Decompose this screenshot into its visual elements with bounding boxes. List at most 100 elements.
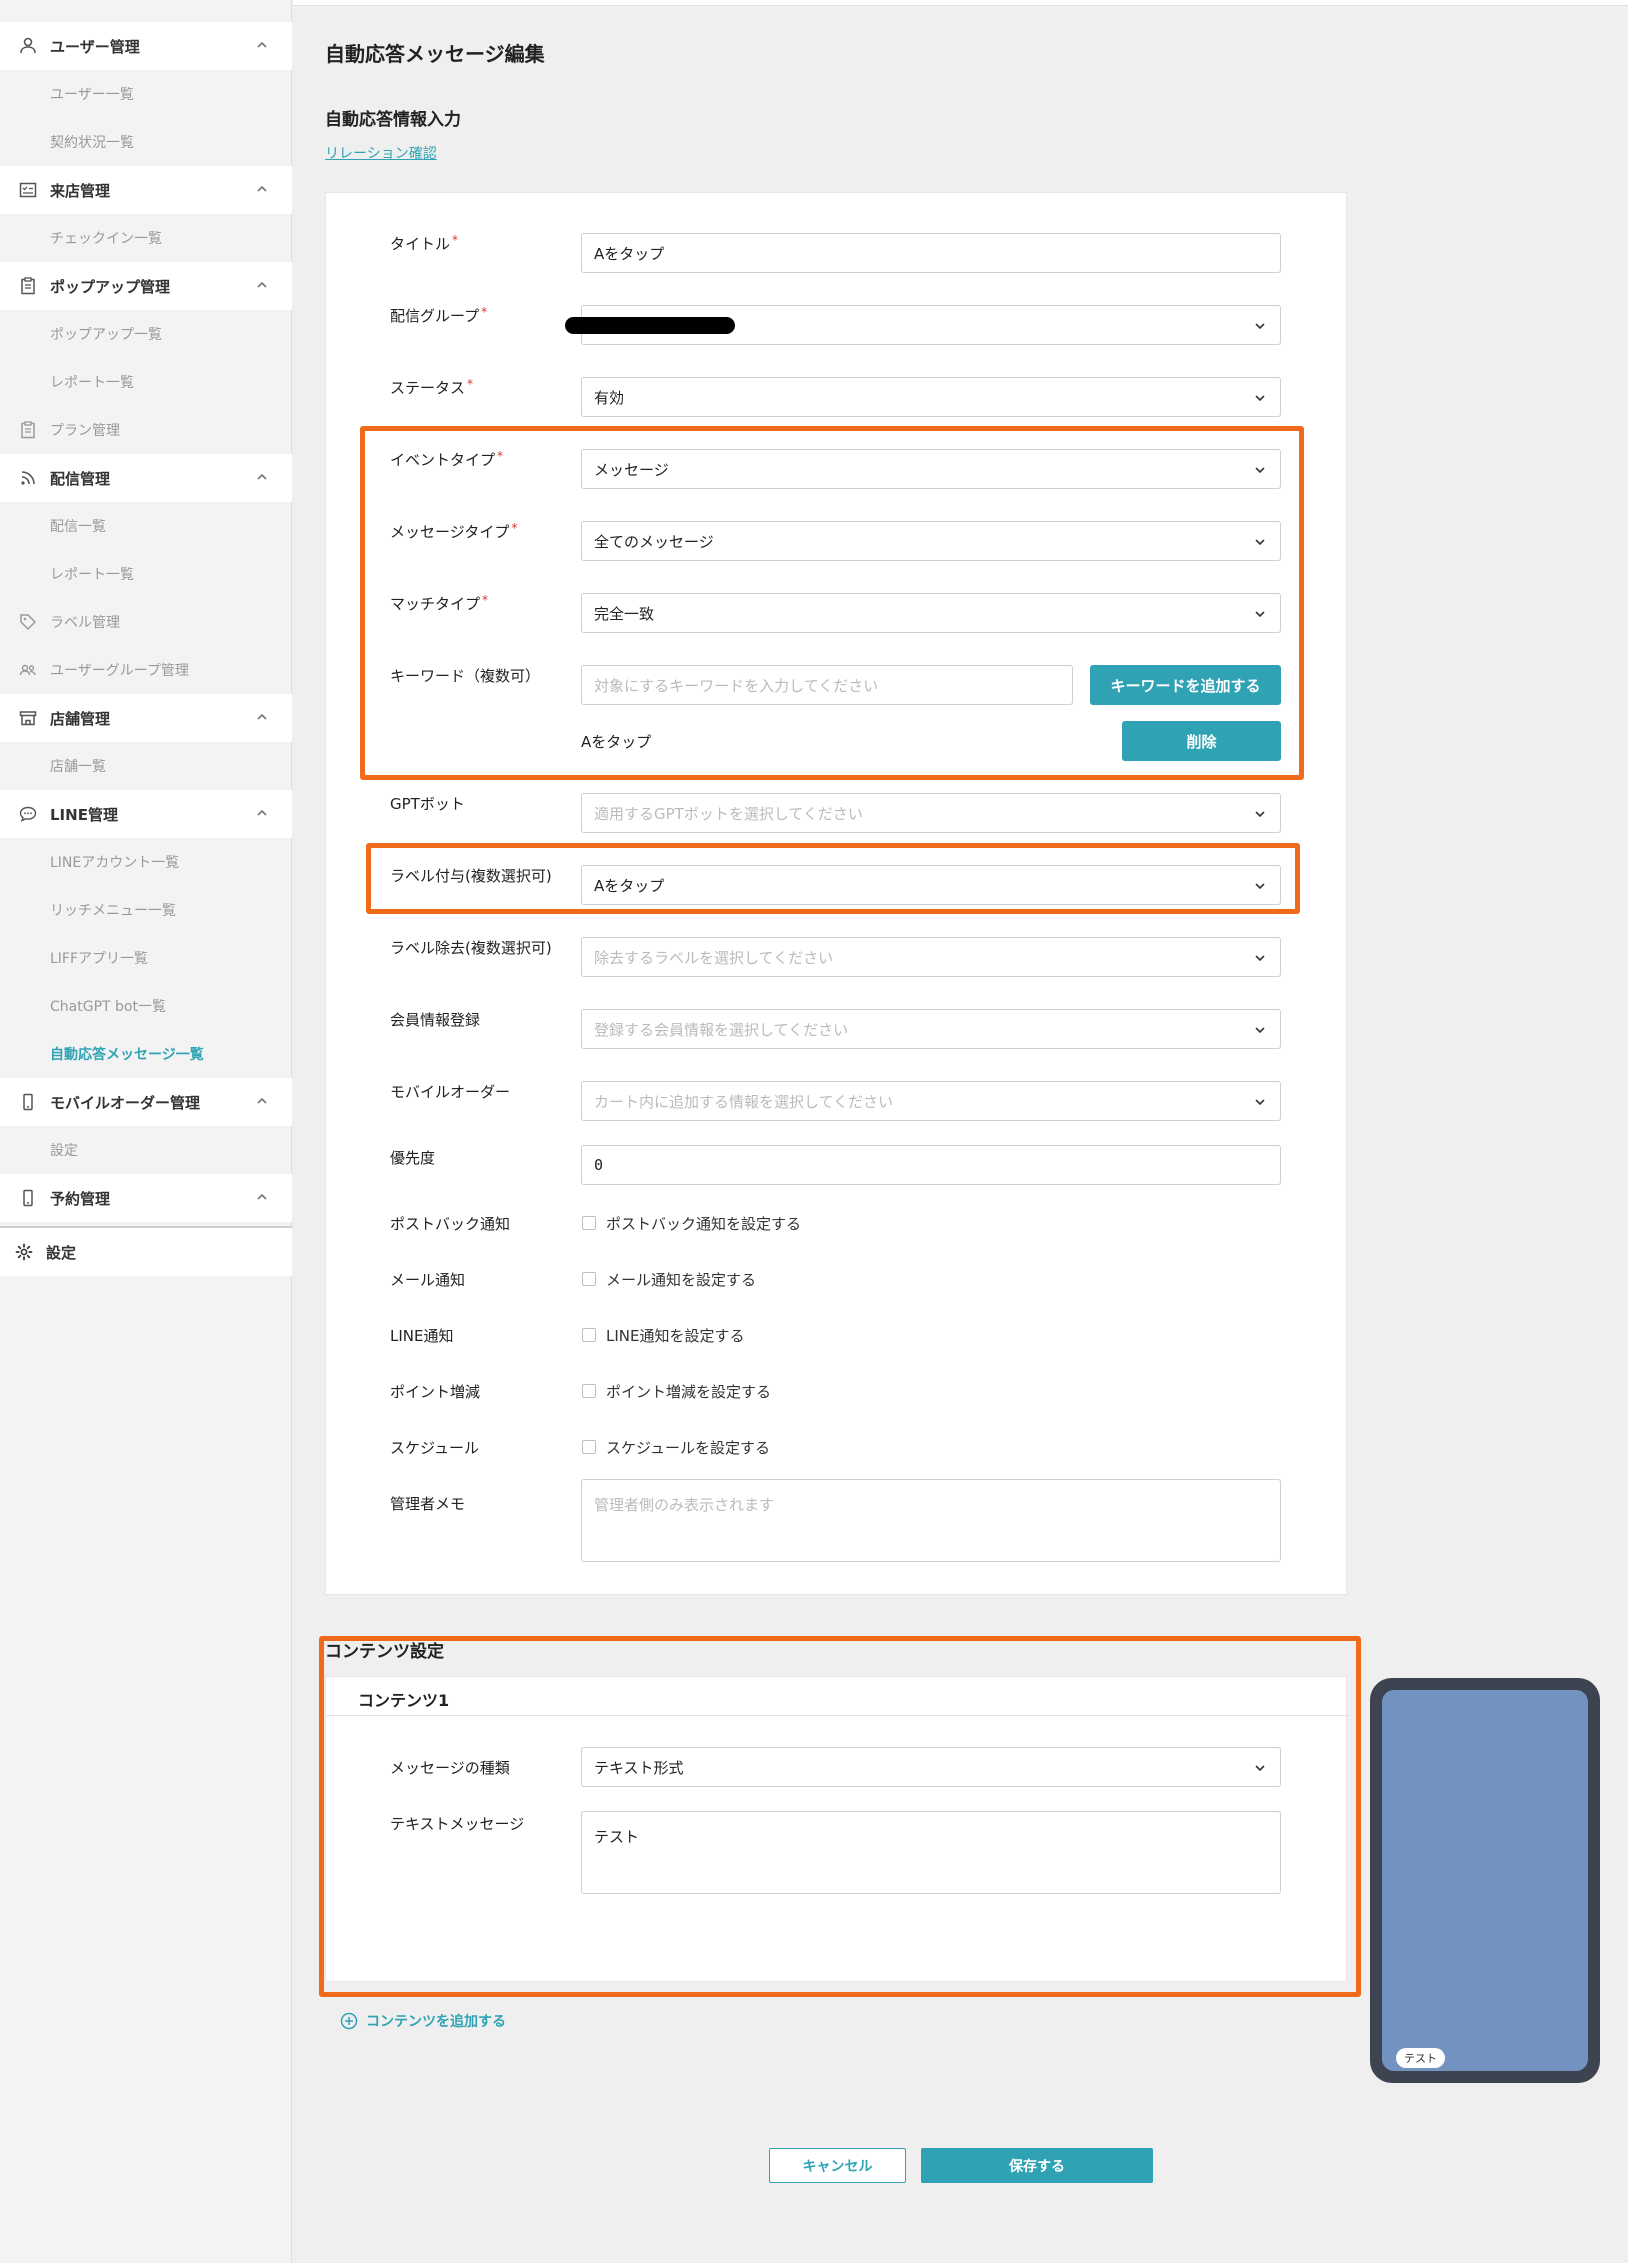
- field-label: メッセージの種類: [390, 1759, 510, 1777]
- sidebar-item-chatgpt-list[interactable]: ChatGPT bot一覧: [0, 982, 292, 1030]
- field-label: スケジュール: [390, 1439, 479, 1457]
- sidebar-item-mobile-order-settings[interactable]: 設定: [0, 1126, 292, 1174]
- sidebar-label: 予約管理: [50, 1189, 111, 1208]
- keyword-input[interactable]: 対象にするキーワードを入力してください: [581, 665, 1073, 705]
- sidebar-label: ユーザー管理: [50, 37, 140, 56]
- field-label-text: マッチタイプ: [390, 595, 481, 613]
- member-info-placeholder: 登録する会員情報を選択してください: [594, 1020, 849, 1039]
- sidebar-item-plan-mgmt[interactable]: プラン管理: [0, 406, 292, 454]
- sidebar-label: 配信管理: [50, 469, 111, 488]
- text-message-textarea[interactable]: テスト: [581, 1811, 1281, 1894]
- sidebar-item-user-list[interactable]: ユーザー一覧: [0, 70, 292, 118]
- sidebar-item-settings[interactable]: 設定: [0, 1228, 292, 1276]
- sidebar-item-label: ポップアップ一覧: [50, 327, 162, 343]
- checkbox-label[interactable]: ポイント増減を設定する: [606, 1381, 771, 1402]
- sidebar-section-mobile-order-mgmt[interactable]: モバイルオーダー管理: [0, 1078, 292, 1126]
- sidebar-label: ポップアップ管理: [50, 277, 171, 296]
- chevron-down-icon: [1255, 883, 1265, 890]
- sidebar-section-popup-mgmt[interactable]: ポップアップ管理: [0, 262, 292, 310]
- field-label: テキストメッセージ: [390, 1815, 525, 1833]
- memo-textarea[interactable]: 管理者側のみ表示されます: [581, 1479, 1281, 1562]
- sidebar-item-checkin-list[interactable]: チェックイン一覧: [0, 214, 292, 262]
- store-icon: [19, 711, 37, 726]
- sidebar-section-reservation-mgmt[interactable]: 予約管理: [0, 1174, 292, 1222]
- sidebar-item-label: LIFFアプリ一覧: [50, 951, 149, 967]
- priority-input[interactable]: 0: [581, 1145, 1281, 1185]
- sidebar-section-visit-mgmt[interactable]: 来店管理: [0, 166, 292, 214]
- add-keyword-button[interactable]: キーワードを追加する: [1090, 665, 1281, 705]
- sidebar: ユーザー管理 ユーザー一覧 契約状況一覧 来店管理 チェックイン一覧 ポップアッ…: [0, 0, 292, 2263]
- add-content-button[interactable]: コンテンツを追加する: [340, 2011, 506, 2031]
- field-label: モバイルオーダー: [390, 1083, 511, 1101]
- relation-link[interactable]: リレーション確認: [325, 143, 437, 163]
- chevron-down-icon: [1255, 1099, 1265, 1106]
- sidebar-section-store-mgmt[interactable]: 店舗管理: [0, 694, 292, 742]
- sidebar-section-delivery-mgmt[interactable]: 配信管理: [0, 454, 292, 502]
- member-info-select[interactable]: 登録する会員情報を選択してください: [581, 1009, 1281, 1049]
- field-label: メール通知: [390, 1271, 466, 1289]
- postback-checkbox[interactable]: [582, 1216, 596, 1230]
- auto-reply-form-card: タイトル * Aをタップ 配信グループ * ステータス * 有効 イベントタイプ * メ…: [325, 192, 1347, 1595]
- gpt-bot-select[interactable]: 適用するGPTボットを選択してください: [581, 793, 1281, 833]
- sidebar-item-popup-report[interactable]: レポート一覧: [0, 358, 292, 406]
- field-label: マッチタイプ *: [390, 593, 488, 614]
- checkbox-label[interactable]: ポストバック通知を設定する: [606, 1213, 801, 1234]
- sidebar-item-usergroup-mgmt[interactable]: ユーザーグループ管理: [0, 646, 292, 694]
- chevron-up-icon[interactable]: [255, 1094, 269, 1108]
- required-mark: *: [497, 449, 504, 463]
- field-label-text: ステータス: [390, 379, 466, 397]
- chevron-up-icon[interactable]: [255, 710, 269, 724]
- schedule-checkbox[interactable]: [582, 1440, 596, 1454]
- save-button[interactable]: 保存する: [921, 2148, 1153, 2183]
- delete-keyword-button[interactable]: 削除: [1122, 721, 1281, 761]
- sidebar-item-label: ChatGPT bot一覧: [50, 999, 166, 1015]
- cancel-button[interactable]: キャンセル: [769, 2148, 906, 2183]
- label-add-select[interactable]: Aをタップ: [581, 865, 1281, 905]
- field-label: 管理者メモ: [390, 1495, 466, 1513]
- title-input[interactable]: Aをタップ: [581, 233, 1281, 273]
- chevron-up-icon[interactable]: [255, 278, 269, 292]
- sidebar-item-delivery-list[interactable]: 配信一覧: [0, 502, 292, 550]
- checkbox-label[interactable]: スケジュールを設定する: [606, 1437, 770, 1458]
- chevron-up-icon[interactable]: [255, 182, 269, 196]
- point-checkbox[interactable]: [582, 1384, 596, 1398]
- line-checkbox[interactable]: [582, 1328, 596, 1342]
- checkbox-label[interactable]: メール通知を設定する: [606, 1269, 756, 1290]
- content-section-title: コンテンツ設定: [325, 1642, 444, 1662]
- sidebar-item-popup-list[interactable]: ポップアップ一覧: [0, 310, 292, 358]
- sidebar-item-store-list[interactable]: 店舗一覧: [0, 742, 292, 790]
- field-label: キーワード（複数可）: [390, 667, 541, 685]
- content-card-header: コンテンツ1: [326, 1677, 1348, 1716]
- sidebar-item-line-account-list[interactable]: LINEアカウント一覧: [0, 838, 292, 886]
- gear-icon: [15, 1243, 33, 1261]
- chevron-up-icon[interactable]: [255, 1190, 269, 1204]
- message-type-select[interactable]: 全てのメッセージ: [581, 521, 1281, 561]
- required-mark: *: [511, 521, 518, 535]
- sidebar-item-contract-list[interactable]: 契約状況一覧: [0, 118, 292, 166]
- phone-preview: テスト: [1370, 1678, 1600, 2083]
- chevron-up-icon[interactable]: [255, 806, 269, 820]
- sidebar-item-delivery-report[interactable]: レポート一覧: [0, 550, 292, 598]
- event-type-select[interactable]: メッセージ: [581, 449, 1281, 489]
- match-type-select[interactable]: 完全一致: [581, 593, 1281, 633]
- sidebar-item-label-mgmt[interactable]: ラベル管理: [0, 598, 292, 646]
- status-select[interactable]: 有効: [581, 377, 1281, 417]
- message-kind-select[interactable]: テキスト形式: [581, 1747, 1281, 1787]
- keyword-input-placeholder: 対象にするキーワードを入力してください: [594, 676, 879, 695]
- label-remove-select[interactable]: 除去するラベルを選択してください: [581, 937, 1281, 977]
- sidebar-section-line-mgmt[interactable]: LINE管理: [0, 790, 292, 838]
- sidebar-section-user-mgmt[interactable]: ユーザー管理: [0, 22, 292, 70]
- checkbox-label[interactable]: LINE通知を設定する: [606, 1325, 744, 1346]
- sidebar-item-rich-menu-list[interactable]: リッチメニュー一覧: [0, 886, 292, 934]
- chevron-up-icon[interactable]: [255, 470, 269, 484]
- sidebar-item-auto-reply-list[interactable]: 自動応答メッセージ一覧: [0, 1030, 292, 1078]
- mail-checkbox[interactable]: [582, 1272, 596, 1286]
- users-icon: [19, 664, 36, 676]
- sidebar-item-liff-list[interactable]: LIFFアプリ一覧: [0, 934, 292, 982]
- rss-icon: [21, 471, 35, 485]
- page-title: 自動応答メッセージ編集: [325, 42, 545, 66]
- sidebar-item-label: レポート一覧: [50, 375, 134, 391]
- chevron-down-icon: [1255, 1027, 1265, 1034]
- mobile-order-select[interactable]: カート内に追加する情報を選択してください: [581, 1081, 1281, 1121]
- chevron-up-icon[interactable]: [255, 38, 269, 52]
